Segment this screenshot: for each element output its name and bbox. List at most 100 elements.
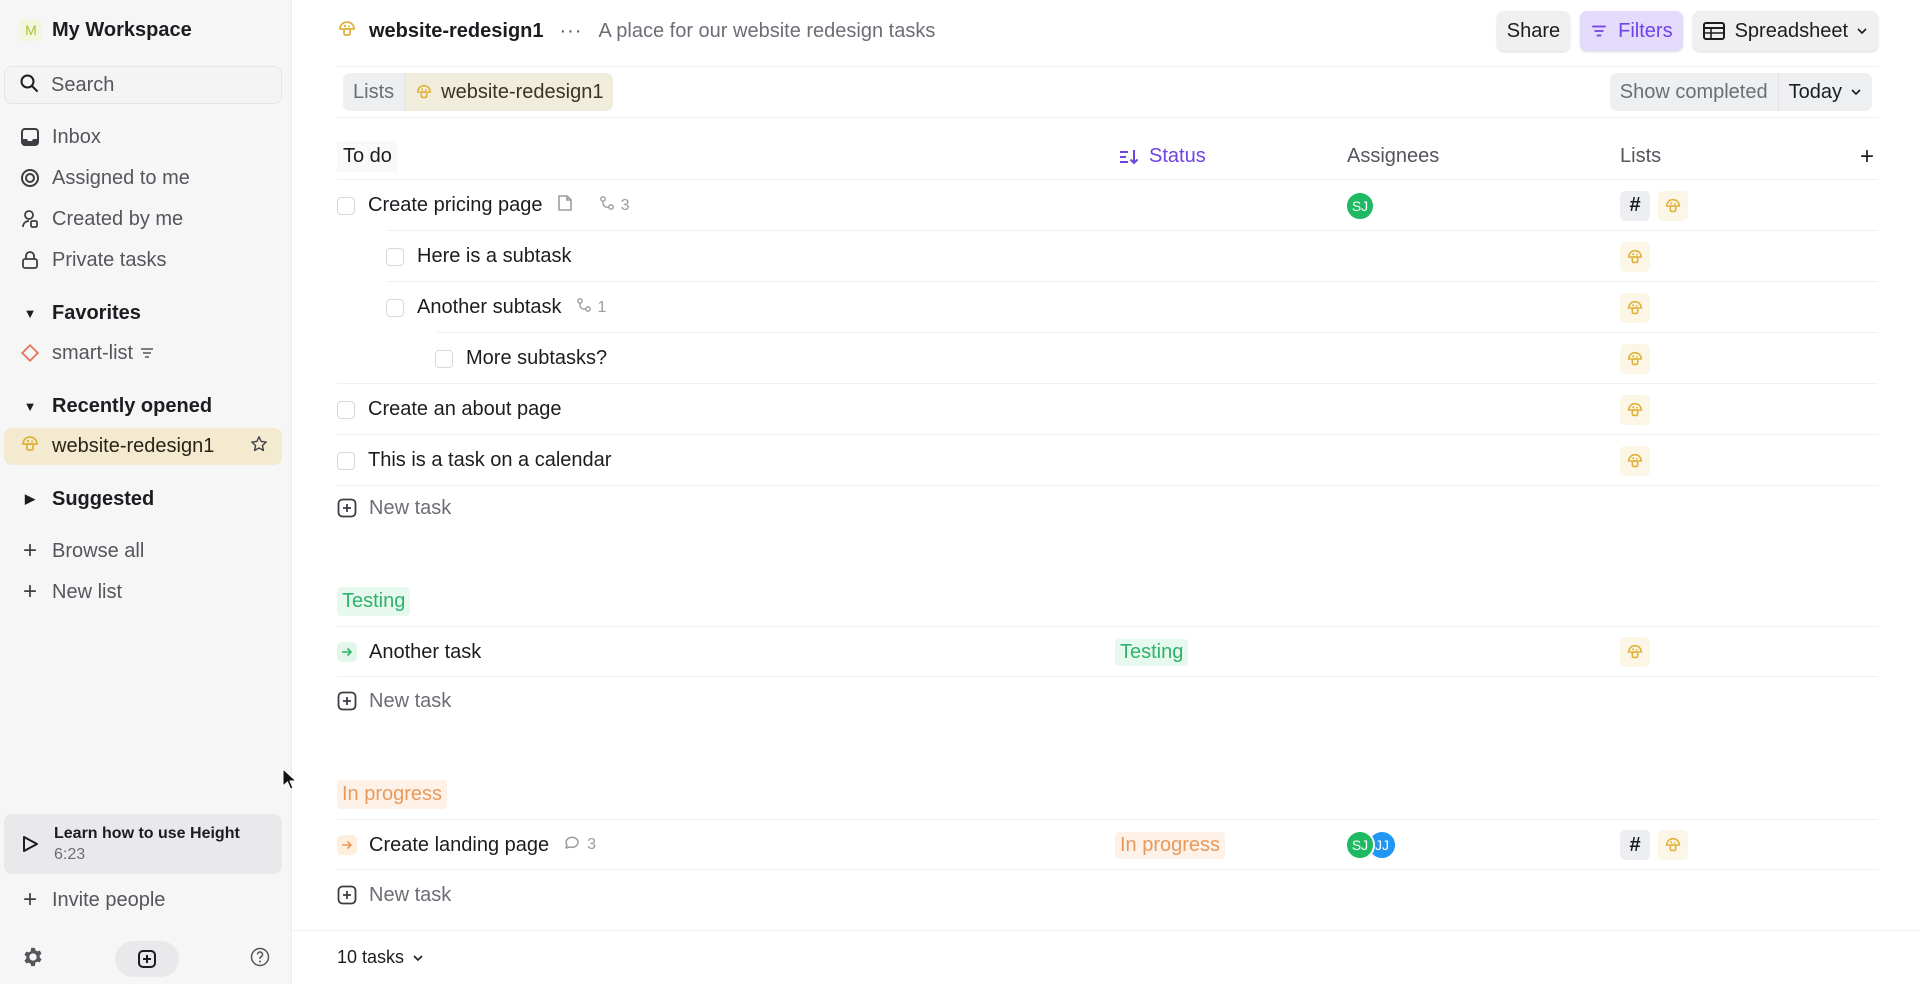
table-row[interactable]: Create landing page 3 In progress SJ JJ …	[337, 819, 1878, 870]
sidebar-item-inbox[interactable]: Inbox	[20, 122, 101, 152]
new-task-button[interactable]: New task	[337, 486, 451, 530]
new-task-button[interactable]: New task	[337, 873, 451, 917]
filters-label: Filters	[1618, 19, 1673, 42]
task-name[interactable]: Here is a subtask	[417, 245, 572, 268]
share-button[interactable]: Share	[1496, 11, 1571, 51]
table-row[interactable]: More subtasks?	[337, 333, 1878, 384]
sidebar-item-smart-list[interactable]: smart-list	[20, 338, 155, 368]
filters-button[interactable]: Filters	[1580, 11, 1683, 51]
sidebar-item-website-redesign1[interactable]: website-redesign1	[4, 428, 282, 465]
caret-down-icon: ▼	[23, 305, 37, 321]
breadcrumb-label: website-redesign1	[441, 80, 604, 103]
learn-video-button[interactable]: Learn how to use Height 6:23	[4, 814, 282, 874]
help-icon[interactable]	[250, 947, 270, 972]
status-badge[interactable]: Testing	[1115, 638, 1189, 666]
table-row[interactable]: Create an about page	[337, 384, 1878, 435]
browse-all-button[interactable]: + Browse all	[20, 536, 144, 566]
task-name[interactable]: Create an about page	[368, 398, 562, 421]
target-icon	[20, 168, 40, 188]
table-row[interactable]: Another subtask 1	[337, 282, 1878, 333]
task-checkbox[interactable]	[337, 451, 355, 470]
view-selector[interactable]: Spreadsheet	[1692, 11, 1878, 51]
sidebar-bottom-bar	[0, 934, 292, 984]
in-progress-status-icon[interactable]	[337, 835, 357, 855]
task-name[interactable]: Create pricing page	[368, 194, 543, 217]
subtask-icon	[576, 297, 592, 318]
new-list-button[interactable]: + New list	[20, 577, 122, 607]
task-checkbox[interactable]	[337, 196, 355, 215]
group-header-todo[interactable]: To do	[337, 141, 398, 172]
recent-section-toggle[interactable]: ▼ Recently opened	[20, 391, 212, 421]
mushroom-icon	[415, 83, 433, 101]
task-lists[interactable]	[1620, 343, 1650, 374]
mushroom-icon	[20, 434, 40, 459]
task-lists[interactable]	[1620, 292, 1650, 323]
page-description[interactable]: A place for our website redesign tasks	[599, 20, 936, 43]
group-header-in-progress[interactable]: In progress	[337, 780, 448, 809]
testing-status-icon[interactable]	[337, 642, 357, 662]
plus-square-icon	[337, 885, 357, 905]
user-created-icon	[20, 209, 40, 229]
task-checkbox[interactable]	[337, 400, 355, 419]
new-task-label: New task	[369, 883, 452, 906]
breadcrumb-lists[interactable]: Lists	[343, 73, 404, 111]
more-options-icon[interactable]: ···	[560, 20, 583, 43]
sidebar-item-label: smart-list	[52, 341, 134, 364]
column-assignees[interactable]: Assignees	[1347, 145, 1439, 168]
suggested-section-toggle[interactable]: ▶ Suggested	[20, 484, 154, 514]
add-column-button[interactable]: +	[1860, 143, 1874, 171]
table-row[interactable]: Create pricing page 3 SJ #	[337, 180, 1878, 231]
sidebar-item-label: Inbox	[52, 125, 101, 148]
mushroom-icon	[1620, 445, 1650, 476]
assignees[interactable]: SJ	[1345, 190, 1375, 221]
task-lists[interactable]	[1620, 394, 1650, 425]
column-status[interactable]: Status	[1119, 145, 1206, 168]
avatar: SJ	[1345, 830, 1375, 860]
chevron-down-icon	[1850, 86, 1862, 98]
task-count-dropdown[interactable]: 10 tasks	[337, 947, 424, 968]
row-divider	[337, 869, 1878, 870]
invite-people-button[interactable]: + Invite people	[20, 885, 165, 915]
sidebar-item-created[interactable]: Created by me	[20, 204, 183, 234]
row-divider	[337, 676, 1878, 677]
date-filter-dropdown[interactable]: Today	[1779, 73, 1872, 111]
gear-icon[interactable]	[22, 946, 44, 973]
show-completed-label: Show completed	[1619, 80, 1768, 103]
task-checkbox[interactable]	[435, 349, 453, 368]
task-lists[interactable]	[1620, 241, 1650, 272]
comment-count: 3	[587, 836, 597, 853]
table-row[interactable]: Another task Testing	[337, 626, 1878, 677]
breadcrumb-current-list[interactable]: website-redesign1	[404, 73, 614, 111]
row-divider	[337, 485, 1878, 486]
learn-title: Learn how to use Height	[54, 824, 240, 842]
table-row[interactable]: This is a task on a calendar	[337, 435, 1878, 486]
task-name[interactable]: This is a task on a calendar	[368, 449, 611, 472]
task-lists[interactable]	[1620, 637, 1650, 667]
workspace-switcher[interactable]: M My Workspace	[20, 15, 192, 45]
browse-all-label: Browse all	[52, 539, 145, 562]
task-name[interactable]: Create landing page	[369, 834, 549, 857]
search-input[interactable]: Search	[4, 66, 282, 104]
assignees[interactable]: SJ JJ	[1345, 830, 1397, 860]
task-checkbox[interactable]	[386, 298, 404, 317]
task-name[interactable]: Another subtask	[417, 296, 562, 319]
task-lists[interactable]: #	[1620, 830, 1688, 860]
create-task-button[interactable]	[115, 941, 179, 977]
task-lists[interactable]: #	[1620, 190, 1688, 221]
sidebar-item-assigned[interactable]: Assigned to me	[20, 163, 190, 193]
column-lists[interactable]: Lists	[1620, 145, 1661, 168]
task-checkbox[interactable]	[386, 247, 404, 266]
list-toolbar: Lists website-redesign1 Show completed T…	[337, 66, 1878, 118]
task-name[interactable]: Another task	[369, 641, 481, 664]
table-row[interactable]: Here is a subtask	[337, 231, 1878, 282]
task-lists[interactable]	[1620, 445, 1650, 476]
show-completed-toggle[interactable]: Show completed	[1610, 73, 1779, 111]
task-name[interactable]: More subtasks?	[466, 347, 607, 370]
play-icon	[20, 834, 40, 854]
favorites-section-toggle[interactable]: ▼ Favorites	[20, 298, 141, 328]
sidebar-item-private[interactable]: Private tasks	[20, 245, 166, 275]
status-badge[interactable]: In progress	[1115, 831, 1226, 859]
new-task-button[interactable]: New task	[337, 679, 451, 723]
star-icon[interactable]	[250, 435, 268, 458]
group-header-testing[interactable]: Testing	[337, 587, 411, 616]
